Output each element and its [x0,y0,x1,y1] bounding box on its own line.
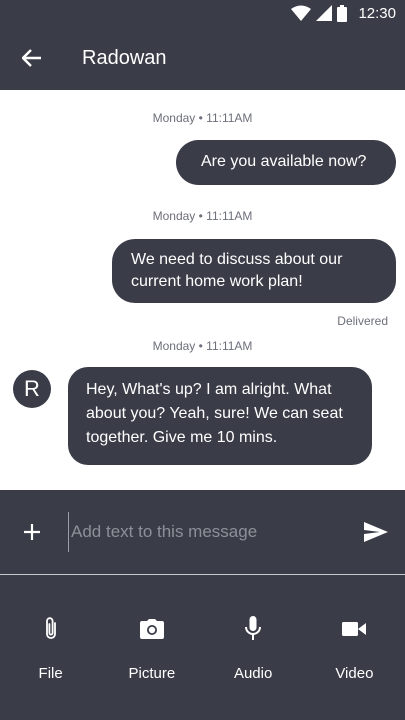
message-timestamp: Monday • 11:11AM [152,339,253,353]
attach-picture-label: Picture [128,665,176,682]
message-timestamp: Monday • 11:11AM [152,111,253,125]
delivery-status: Delivered [337,314,388,328]
outgoing-message-bubble[interactable]: We need to discuss about our current hom… [112,239,396,303]
attach-audio-button[interactable]: Audio [203,575,304,720]
attach-file-button[interactable]: File [0,575,101,720]
attachment-bar: File Picture Audio Video [0,575,405,720]
avatar[interactable]: R [13,370,51,408]
app-bar: Radowan [0,26,405,90]
status-time: 12:30 [358,4,396,22]
add-button[interactable] [0,490,64,574]
message-composer [0,490,405,574]
status-bar: 12:30 [0,0,405,26]
message-timestamp: Monday • 11:11AM [152,209,253,223]
outgoing-message-bubble[interactable]: Are you available now? [176,140,396,185]
wifi-icon [291,5,312,21]
message-list[interactable]: Monday • 11:11AM Are you available now? … [0,90,405,490]
message-input[interactable] [68,512,347,552]
attach-picture-button[interactable]: Picture [101,575,202,720]
camera-icon [139,619,164,639]
battery-icon [337,4,348,22]
incoming-message-bubble[interactable]: Hey, What's up? I am alright. What about… [68,367,372,465]
attach-video-button[interactable]: Video [304,575,405,720]
conversation-title: Radowan [82,46,167,69]
attach-video-label: Video [335,665,374,682]
attach-file-label: File [38,665,63,682]
cellular-signal-icon [316,5,333,21]
send-button[interactable] [347,490,405,574]
back-button[interactable] [0,26,64,90]
arrow-back-icon [22,49,41,67]
plus-icon [24,524,40,540]
attach-audio-label: Audio [233,665,273,682]
send-icon [364,522,388,542]
paperclip-icon [45,617,56,639]
microphone-icon [245,616,262,640]
videocam-icon [342,622,367,636]
